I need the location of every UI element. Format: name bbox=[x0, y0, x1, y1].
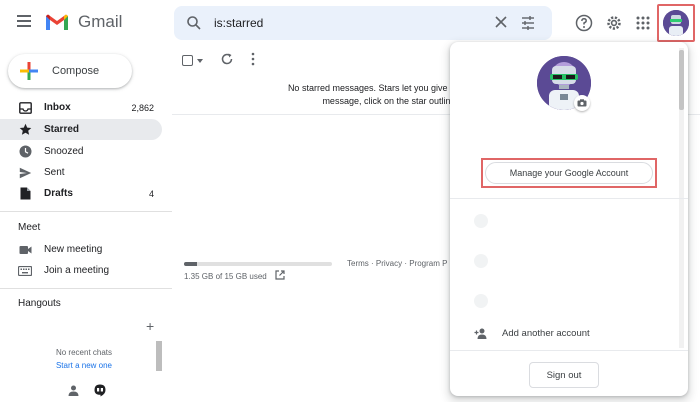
help-icon bbox=[575, 14, 593, 32]
popover-divider bbox=[450, 350, 688, 351]
hamburger-line bbox=[17, 25, 31, 27]
sidebar-item-snoozed[interactable]: Snoozed bbox=[0, 141, 162, 162]
sidebar-divider bbox=[0, 211, 172, 212]
draft-count: 4 bbox=[148, 188, 154, 199]
select-all-checkbox[interactable] bbox=[182, 55, 193, 66]
add-account-label: Add another account bbox=[502, 328, 590, 339]
sidebar-item-drafts[interactable]: Drafts 4 bbox=[0, 183, 162, 204]
account-button[interactable] bbox=[657, 4, 695, 42]
add-another-account-button[interactable]: Add another account bbox=[474, 328, 590, 339]
start-new-chat-link[interactable]: Start a new one bbox=[14, 361, 154, 370]
sidebar-scrollbar[interactable] bbox=[156, 341, 162, 371]
sidebar-item-label: New meeting bbox=[44, 244, 103, 255]
sidebar-divider bbox=[0, 288, 172, 289]
gmail-logo-icon[interactable] bbox=[44, 12, 70, 32]
main-menu-button[interactable] bbox=[14, 13, 34, 33]
popover-divider bbox=[450, 198, 688, 199]
storage-usage-text: 1.35 GB of 15 GB used bbox=[184, 272, 267, 281]
settings-button[interactable] bbox=[603, 12, 625, 34]
program-policies-link[interactable]: Program P bbox=[409, 259, 447, 268]
clock-icon bbox=[18, 145, 32, 159]
sidebar-item-label: Join a meeting bbox=[44, 265, 110, 276]
unread-count: 2,862 bbox=[131, 102, 154, 113]
apps-button[interactable] bbox=[632, 12, 654, 34]
sidebar-item-new-meeting[interactable]: New meeting bbox=[0, 239, 162, 260]
sidebar-item-label: Inbox bbox=[44, 102, 71, 113]
sidebar-item-inbox[interactable]: Inbox 2,862 bbox=[0, 97, 162, 118]
account-placeholder-avatar[interactable] bbox=[474, 294, 488, 308]
sidebar-item-sent[interactable]: Sent bbox=[0, 162, 162, 183]
privacy-link[interactable]: Privacy bbox=[376, 259, 402, 268]
person-icon[interactable] bbox=[68, 385, 79, 396]
sidebar-item-label: Drafts bbox=[44, 188, 73, 199]
hangouts-chat-icon[interactable] bbox=[94, 384, 106, 397]
hamburger-line bbox=[17, 20, 31, 22]
new-chat-plus-icon[interactable]: + bbox=[146, 318, 154, 334]
video-camera-icon bbox=[18, 243, 32, 257]
top-bar: Gmail bbox=[0, 0, 700, 46]
storage-meter-fill bbox=[184, 262, 198, 266]
search-input[interactable] bbox=[214, 14, 474, 32]
sidebar-item-label: Starred bbox=[44, 124, 80, 135]
account-placeholder-avatar[interactable] bbox=[474, 214, 488, 228]
draft-icon bbox=[18, 187, 32, 201]
sidebar-item-label: Sent bbox=[44, 167, 65, 178]
sidebar-item-label: Snoozed bbox=[44, 146, 84, 157]
account-placeholder-avatar[interactable] bbox=[474, 254, 488, 268]
plus-icon bbox=[20, 62, 38, 80]
terms-link[interactable]: Terms bbox=[347, 259, 369, 268]
hangouts-section-title: Hangouts bbox=[18, 298, 61, 309]
search-bar[interactable] bbox=[174, 6, 552, 40]
footer-separator: · bbox=[368, 259, 376, 268]
star-icon bbox=[18, 123, 32, 137]
storage-meter bbox=[184, 262, 332, 266]
no-chats-text: No recent chats bbox=[55, 348, 113, 357]
keyboard-icon bbox=[18, 264, 32, 278]
footer-links: Terms · Privacy · Program P bbox=[347, 259, 447, 268]
sidebar-item-join-meeting[interactable]: Join a meeting bbox=[0, 260, 162, 281]
popover-scroll-thumb[interactable] bbox=[679, 50, 684, 110]
app-title: Gmail bbox=[78, 12, 123, 31]
sidebar-bottom-bar bbox=[0, 380, 172, 402]
change-photo-camera-icon[interactable] bbox=[574, 95, 590, 111]
select-dropdown-caret-icon[interactable] bbox=[197, 59, 203, 63]
person-add-icon bbox=[474, 328, 487, 339]
hamburger-line bbox=[17, 15, 31, 17]
refresh-icon[interactable] bbox=[220, 52, 234, 66]
apps-grid-icon bbox=[636, 16, 650, 30]
avatar bbox=[663, 10, 689, 36]
more-vert-icon[interactable] bbox=[250, 52, 256, 66]
manage-account-button[interactable]: Manage your Google Account bbox=[485, 162, 653, 184]
sidebar-item-starred[interactable]: Starred bbox=[0, 119, 162, 140]
send-icon bbox=[18, 166, 32, 180]
help-button[interactable] bbox=[573, 12, 595, 34]
meet-section-title: Meet bbox=[18, 222, 41, 233]
sign-out-button[interactable]: Sign out bbox=[529, 362, 599, 388]
search-options-icon[interactable] bbox=[520, 15, 536, 31]
gear-icon bbox=[607, 16, 621, 30]
account-popover: Manage your Google Account Add another a… bbox=[450, 42, 688, 396]
open-in-new-icon[interactable] bbox=[275, 270, 285, 280]
clear-search-icon[interactable] bbox=[494, 15, 508, 29]
compose-label: Compose bbox=[52, 65, 100, 77]
compose-button[interactable]: Compose bbox=[8, 54, 132, 88]
search-icon[interactable] bbox=[186, 15, 202, 31]
inbox-icon bbox=[18, 101, 32, 115]
